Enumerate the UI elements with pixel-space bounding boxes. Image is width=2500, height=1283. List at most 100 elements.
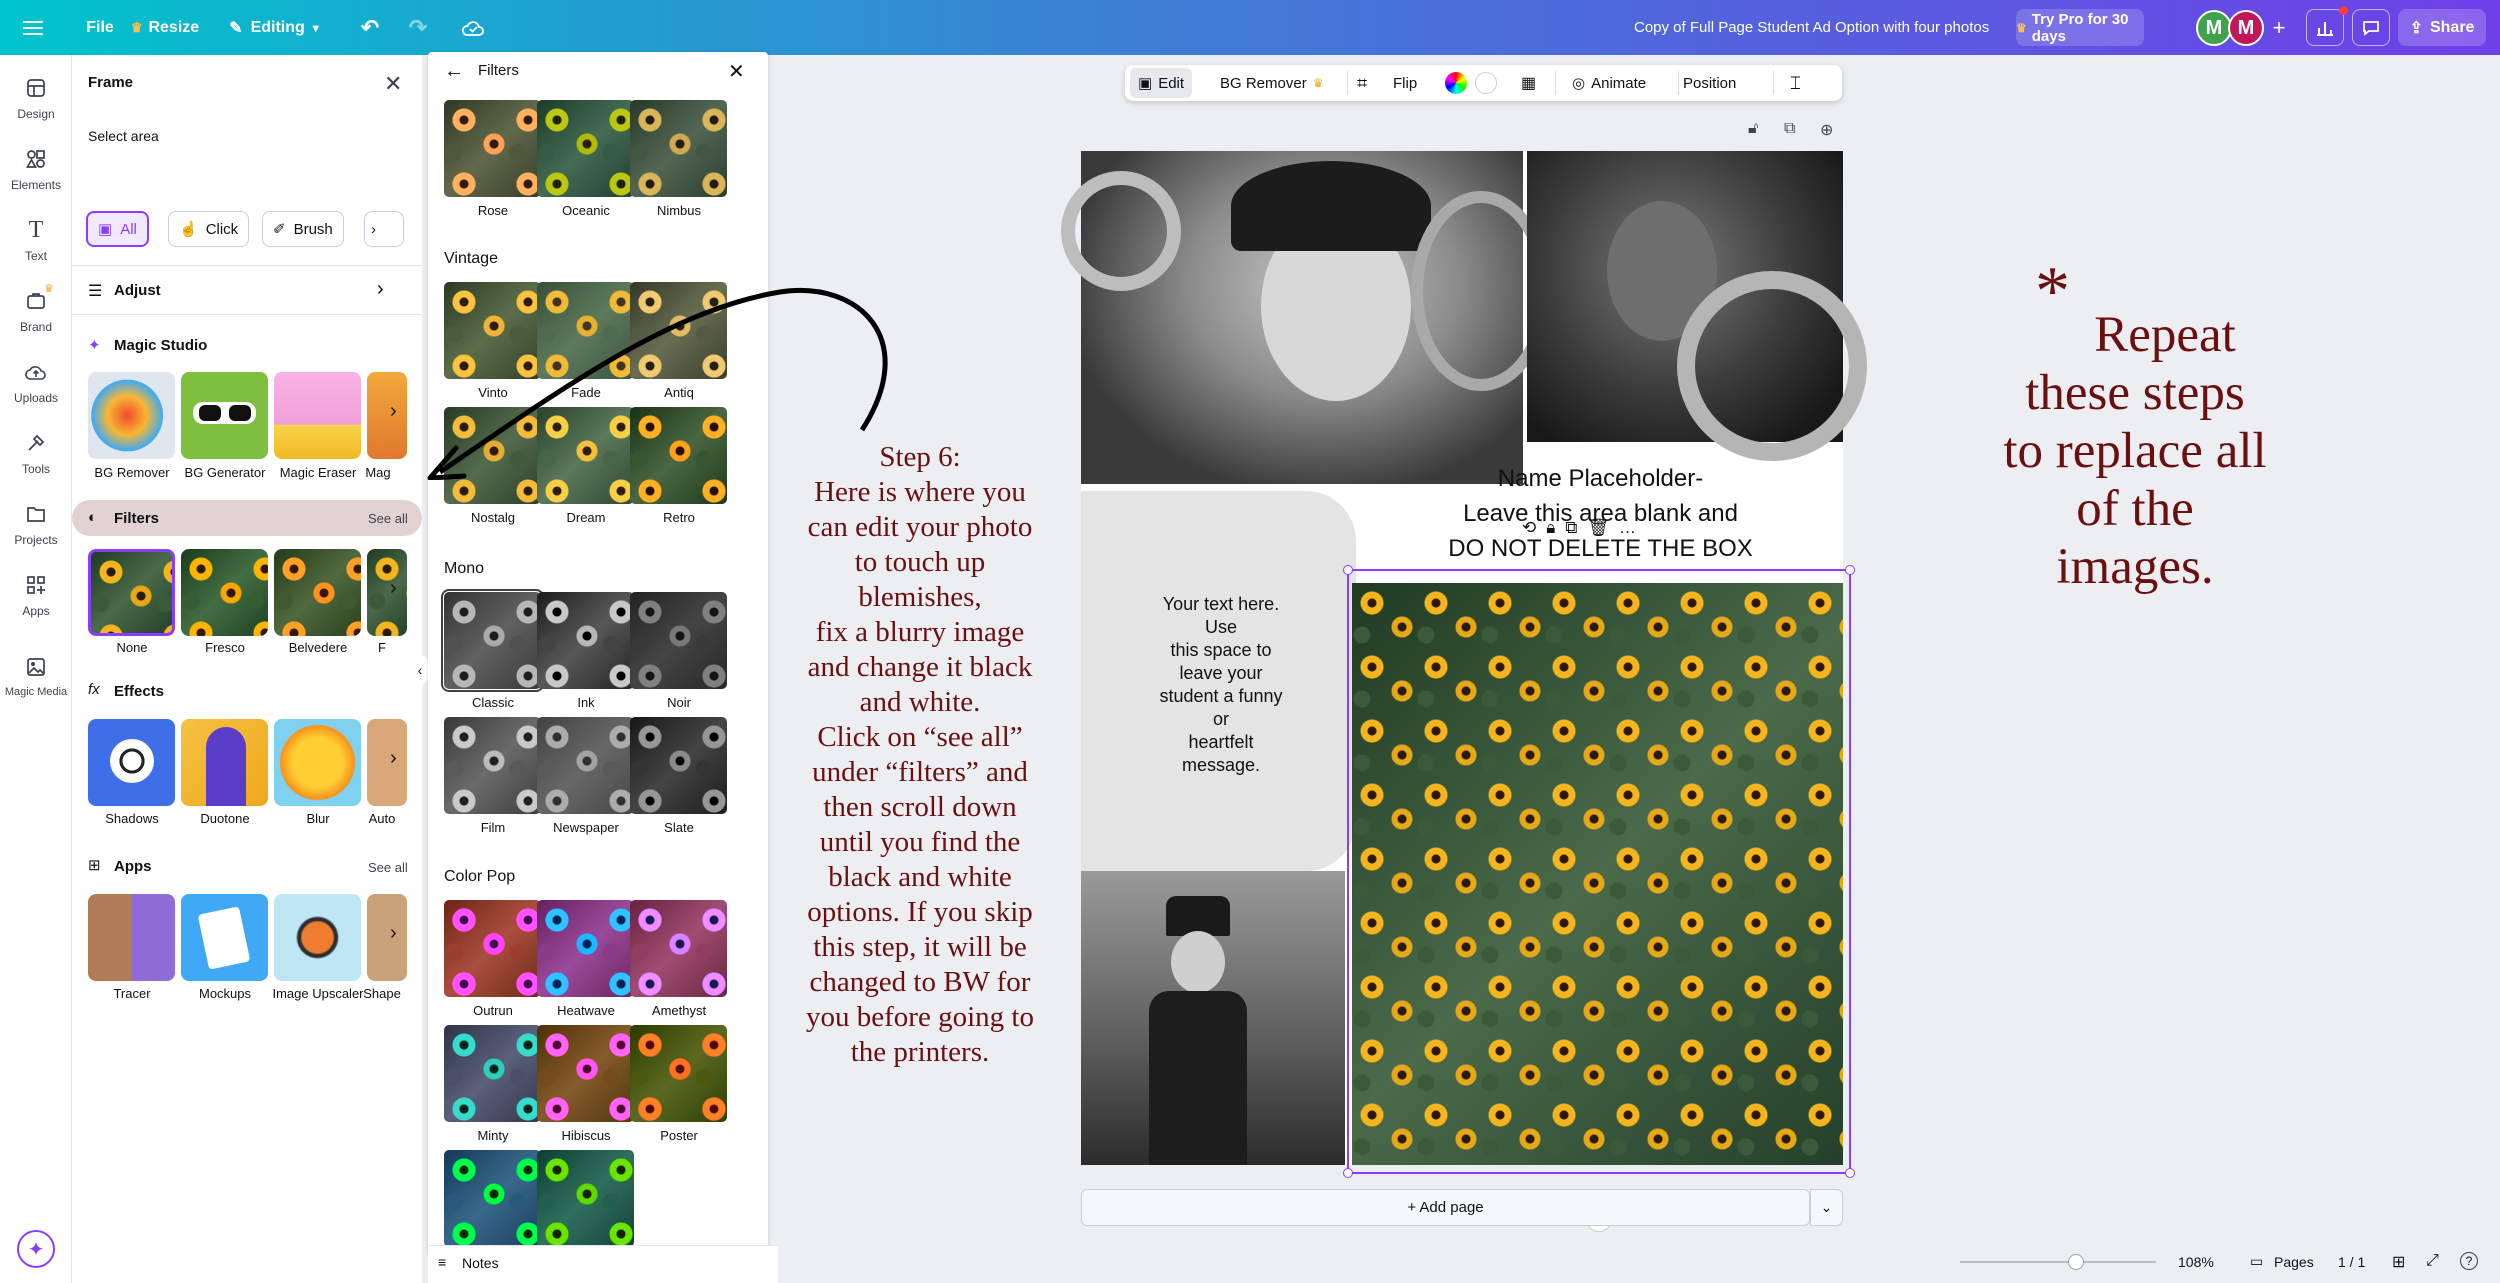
filter-thumb[interactable] — [630, 717, 727, 814]
message-text[interactable]: Your text here. Use this space to leave … — [1121, 593, 1321, 777]
try-pro-button[interactable]: ♛ Try Pro for 30 days — [2016, 9, 2144, 46]
rail-item-uploads[interactable]: Uploads — [0, 360, 72, 426]
add-page-button[interactable]: + Add page — [1081, 1189, 1810, 1226]
effect-more[interactable] — [367, 719, 407, 806]
magic-bg-remover[interactable] — [88, 372, 175, 459]
filter-thumb[interactable] — [537, 1150, 634, 1247]
resize-handle[interactable] — [1845, 565, 1855, 575]
app-more[interactable] — [367, 894, 407, 981]
close-icon[interactable]: ✕ — [728, 59, 745, 84]
rail-item-apps[interactable]: Apps — [0, 573, 72, 639]
lock-icon[interactable]: 🔓︎ — [1748, 120, 1758, 138]
cloud-save-icon[interactable] — [455, 9, 491, 46]
select-area-more[interactable]: › — [364, 211, 404, 247]
collapse-panel-icon[interactable]: ‹ — [412, 655, 428, 685]
filters-see-all[interactable]: See all — [368, 511, 408, 526]
pages-button[interactable]: Pages — [2274, 1254, 2314, 1270]
more-options-icon[interactable]: … — [1619, 518, 1636, 538]
filter-thumb[interactable] — [441, 589, 544, 692]
filter-thumb[interactable] — [444, 900, 541, 997]
back-arrow-icon[interactable]: ← — [444, 60, 464, 83]
rail-item-design[interactable]: Design — [0, 76, 72, 142]
bg-remover-button[interactable]: BG Remover ♛ — [1220, 65, 1323, 101]
editing-mode-dropdown[interactable]: ✎ Editing ▾ — [218, 9, 330, 46]
hamburger-icon[interactable] — [22, 0, 44, 55]
zoom-level[interactable]: 108% — [2178, 1254, 2214, 1270]
filter-thumb[interactable] — [630, 100, 727, 197]
filter-thumb[interactable] — [537, 900, 634, 997]
rail-item-text[interactable]: T Text — [0, 217, 72, 284]
resize-button[interactable]: ♛ Resize — [125, 9, 205, 46]
duplicate-page-icon[interactable]: ⧉ — [1784, 120, 1795, 138]
rail-item-brand[interactable]: Brand — [0, 289, 72, 355]
filter-thumb[interactable] — [630, 1025, 727, 1122]
filter-thumb[interactable] — [537, 100, 634, 197]
zoom-slider-thumb[interactable] — [2068, 1254, 2084, 1270]
rail-item-elements[interactable]: Elements — [0, 147, 72, 213]
photo-trumpet-boy[interactable] — [1081, 871, 1345, 1165]
select-area-click[interactable]: ☝ Click — [168, 211, 250, 247]
grid-view-icon[interactable]: ⊞ — [2392, 1252, 2405, 1272]
document-title[interactable]: Copy of Full Page Student Ad Option with… — [1634, 0, 1989, 55]
flip-button[interactable]: Flip — [1393, 65, 1417, 101]
photo-girl-band[interactable] — [1061, 151, 1551, 484]
app-image-upscaler[interactable] — [274, 894, 361, 981]
add-page-icon[interactable]: ⊕ — [1820, 120, 1833, 140]
rail-item-tools[interactable]: Tools — [0, 431, 72, 497]
analytics-icon[interactable] — [2306, 9, 2344, 46]
rail-item-projects[interactable]: Projects — [0, 502, 72, 568]
animate-button[interactable]: ◎ Animate — [1572, 65, 1646, 101]
resize-handle[interactable] — [1343, 1168, 1353, 1178]
filter-belvedere[interactable] — [274, 549, 361, 636]
app-tracer[interactable] — [88, 894, 175, 981]
crop-icon[interactable]: ⌗ — [1357, 65, 1367, 101]
resize-handle[interactable] — [1343, 565, 1353, 575]
filter-thumb[interactable] — [630, 592, 727, 689]
effect-shadows[interactable] — [88, 719, 175, 806]
chevron-right-icon[interactable]: › — [390, 577, 397, 600]
magic-eraser[interactable] — [274, 372, 361, 459]
select-area-all[interactable]: ▣ All — [86, 211, 149, 247]
chevron-right-icon[interactable]: › — [390, 400, 397, 423]
magic-more[interactable] — [367, 372, 407, 459]
rotate-icon[interactable]: ⟲ — [1522, 518, 1536, 538]
help-icon[interactable]: ? — [2460, 1252, 2478, 1270]
filter-thumb[interactable] — [444, 100, 541, 197]
edit-button[interactable]: ▣ Edit — [1130, 68, 1193, 98]
avatar[interactable]: M — [2228, 10, 2264, 46]
trash-icon[interactable]: 🗑︎ — [1587, 518, 1609, 538]
filter-fresco[interactable] — [181, 549, 268, 636]
add-page-chevron-down-icon[interactable]: ⌄ — [1810, 1189, 1843, 1226]
filter-thumb[interactable] — [444, 1150, 541, 1247]
selection-frame[interactable] — [1343, 565, 1855, 1178]
magic-bg-generator[interactable] — [181, 372, 268, 459]
avatar[interactable]: M — [2196, 10, 2232, 46]
fullscreen-icon[interactable]: ⤢ — [2426, 1252, 2439, 1270]
paint-roller-icon[interactable]: ⌶ — [1790, 65, 1801, 101]
pages-icon[interactable]: ▭ — [2250, 1253, 2263, 1270]
duplicate-icon[interactable]: ⧉ — [1565, 518, 1577, 538]
filter-thumb[interactable] — [537, 592, 634, 689]
chevron-right-icon[interactable]: › — [390, 922, 397, 945]
transparency-icon[interactable]: ▦ — [1521, 65, 1536, 101]
apps-see-all[interactable]: See all — [368, 860, 408, 875]
comment-icon[interactable] — [2352, 9, 2390, 46]
share-button[interactable]: ⇪ Share — [2398, 9, 2486, 46]
filters-row[interactable]: ◐ Filters See all — [72, 500, 422, 536]
resize-handle[interactable] — [1845, 1168, 1855, 1178]
add-collaborator-icon[interactable]: + — [2266, 9, 2292, 46]
filter-thumb[interactable] — [630, 900, 727, 997]
rail-item-magic-media[interactable]: Magic Media — [0, 655, 72, 721]
lock-icon[interactable]: 🔒︎ — [1546, 518, 1555, 538]
zoom-slider-track[interactable] — [1960, 1261, 2156, 1263]
effect-blur[interactable] — [274, 719, 361, 806]
redo-icon[interactable]: ↷ — [400, 9, 436, 46]
select-area-brush[interactable]: ✐ Brush — [262, 211, 344, 247]
adjust-row[interactable]: ☰ Adjust › — [72, 265, 422, 315]
filter-thumb[interactable] — [537, 717, 634, 814]
photo-boy-tuba[interactable] — [1527, 151, 1867, 461]
filter-more[interactable] — [367, 549, 407, 636]
effect-duotone[interactable] — [181, 719, 268, 806]
undo-icon[interactable]: ↶ — [352, 9, 388, 46]
filter-none[interactable] — [88, 549, 175, 636]
